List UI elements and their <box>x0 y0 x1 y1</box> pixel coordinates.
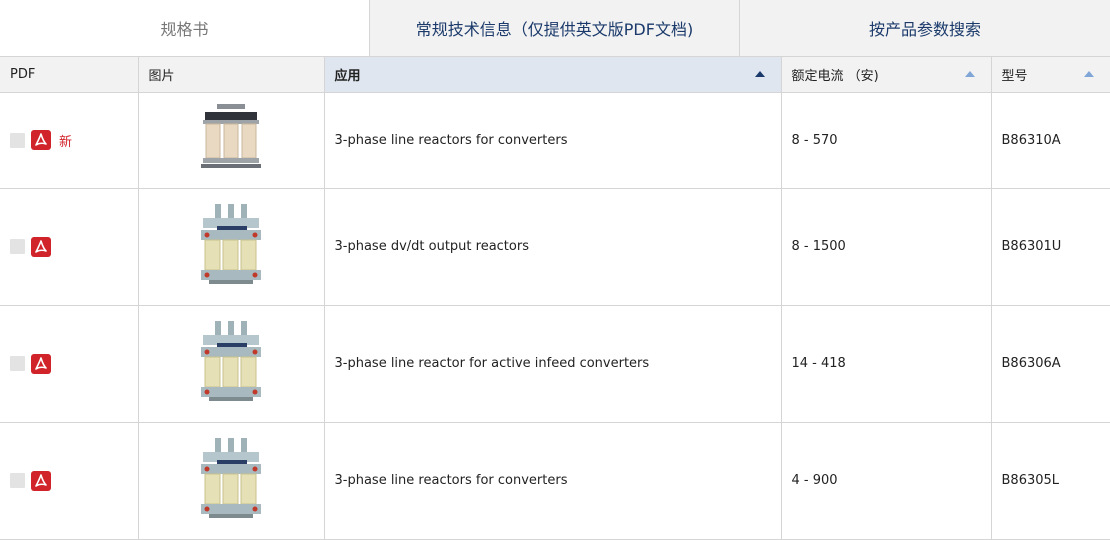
pdf-icon[interactable] <box>31 130 51 150</box>
sort-arrow-up-icon[interactable] <box>754 71 765 78</box>
type-cell[interactable]: B86310A <box>991 92 1110 189</box>
row-select-checkbox[interactable] <box>10 132 25 148</box>
product-image[interactable] <box>195 102 267 178</box>
row-select-checkbox[interactable] <box>10 473 25 488</box>
current-cell: 14 - 418 <box>781 305 992 423</box>
pdf-cell <box>0 305 139 423</box>
table-row: 3-phase line reactors for converters 4 -… <box>0 422 1110 540</box>
column-header-current[interactable]: 额定电流 （安) <box>781 57 992 93</box>
image-cell <box>138 188 325 306</box>
product-image[interactable] <box>195 202 267 292</box>
product-image[interactable] <box>195 319 267 409</box>
product-table: PDF 图片 应用 额定电流 （安) 型号 新 3-phase line rea… <box>0 57 1110 540</box>
current-cell: 8 - 570 <box>781 92 992 189</box>
tab-parametric-search[interactable]: 按产品参数搜索 <box>740 0 1110 56</box>
pdf-cell <box>0 422 139 540</box>
type-cell[interactable]: B86301U <box>991 188 1110 306</box>
table-row: 3-phase line reactor for active infeed c… <box>0 305 1110 423</box>
sort-arrow-up-icon[interactable] <box>964 71 975 78</box>
current-cell: 4 - 900 <box>781 422 992 540</box>
column-header-application[interactable]: 应用 <box>324 57 782 93</box>
tab-datasheet[interactable]: 规格书 <box>0 0 370 56</box>
sort-arrow-up-icon[interactable] <box>1084 71 1094 78</box>
product-table-panel: 规格书 常规技术信息（仅提供英文版PDF文档) 按产品参数搜索 PDF 图片 应… <box>0 0 1110 540</box>
pdf-cell: 新 <box>0 92 139 189</box>
column-header-type[interactable]: 型号 <box>991 57 1110 93</box>
row-select-checkbox[interactable] <box>10 356 25 371</box>
tab-general-technical-info[interactable]: 常规技术信息（仅提供英文版PDF文档) <box>370 0 740 56</box>
column-header-application-label: 应用 <box>334 68 361 84</box>
current-cell: 8 - 1500 <box>781 188 992 306</box>
table-row: 3-phase dv/dt output reactors 8 - 1500 B… <box>0 188 1110 306</box>
application-cell: 3-phase line reactors for converters <box>324 422 782 540</box>
table-row: 新 3-phase line reactors for converters 8… <box>0 92 1110 189</box>
table-header-row: PDF 图片 应用 额定电流 （安) 型号 <box>0 57 1110 93</box>
row-select-checkbox[interactable] <box>10 239 25 254</box>
column-header-image: 图片 <box>138 57 325 93</box>
tab-bar: 规格书 常规技术信息（仅提供英文版PDF文档) 按产品参数搜索 <box>0 0 1110 57</box>
type-cell[interactable]: B86306A <box>991 305 1110 423</box>
image-cell <box>138 92 325 189</box>
image-cell <box>138 422 325 540</box>
column-header-type-label: 型号 <box>1001 68 1028 84</box>
application-cell: 3-phase line reactor for active infeed c… <box>324 305 782 423</box>
new-badge: 新 <box>59 134 73 150</box>
column-header-pdf: PDF <box>0 57 139 93</box>
pdf-icon[interactable] <box>31 470 51 491</box>
application-cell: 3-phase line reactors for converters <box>324 92 782 189</box>
pdf-icon[interactable] <box>31 236 51 257</box>
image-cell <box>138 305 325 423</box>
pdf-cell <box>0 188 139 306</box>
application-cell: 3-phase dv/dt output reactors <box>324 188 782 306</box>
pdf-icon[interactable] <box>31 353 51 374</box>
type-cell[interactable]: B86305L <box>991 422 1110 540</box>
column-header-current-label: 额定电流 （安) <box>791 68 879 84</box>
product-image[interactable] <box>195 436 267 526</box>
